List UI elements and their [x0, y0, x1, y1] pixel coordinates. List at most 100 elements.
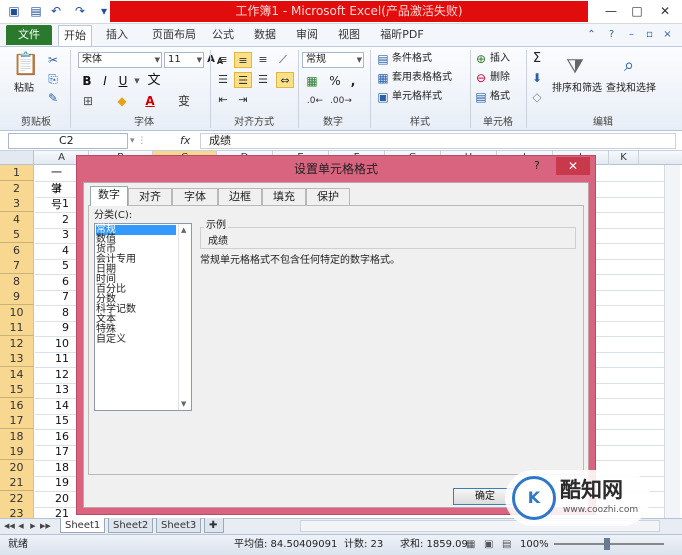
row-header[interactable]: 5 [0, 227, 34, 243]
bold-button[interactable]: B [80, 74, 94, 88]
row-header[interactable]: 13 [0, 351, 34, 367]
dialog-tab-alignment[interactable]: 对齐 [128, 188, 172, 205]
tab-insert[interactable]: 插入 [100, 25, 134, 46]
row-header[interactable]: 8 [0, 274, 34, 290]
cell-a[interactable]: 9 [35, 320, 75, 336]
new-sheet-icon[interactable]: ✚ [204, 518, 224, 533]
row-header[interactable]: 17 [0, 413, 34, 429]
row-header[interactable]: 20 [0, 460, 34, 476]
font-size-combo[interactable]: 11 ▼ [164, 52, 204, 68]
zoom-level[interactable]: 100% [520, 537, 549, 553]
decrease-decimal-icon[interactable]: .00→ [330, 94, 352, 108]
currency-icon[interactable]: ▦ [304, 74, 320, 88]
align-center-button[interactable]: ☰ [234, 72, 252, 88]
format-as-table-button[interactable]: 套用表格格式 [392, 71, 452, 85]
find-select-button[interactable]: 查找和选择 [606, 82, 656, 96]
scroll-up-icon[interactable]: ▲ [181, 226, 186, 234]
row-header[interactable]: 1 [0, 165, 34, 181]
sheet-tab-sheet3[interactable]: Sheet3 [156, 518, 202, 533]
fill-icon[interactable]: ⬇ [530, 71, 544, 85]
copy-icon[interactable]: ⎘ [46, 72, 60, 86]
underline-button[interactable]: U [116, 74, 130, 88]
last-sheet-icon[interactable]: ▶▶ [40, 519, 51, 533]
row-header[interactable]: 21 [0, 475, 34, 491]
cell-styles-button[interactable]: 单元格样式 [392, 90, 442, 104]
percent-button[interactable]: % [328, 74, 342, 88]
cell-a[interactable]: 11 [35, 351, 75, 367]
zoom-slider-thumb[interactable] [604, 538, 610, 550]
dialog-tab-protection[interactable]: 保护 [306, 188, 350, 205]
fill-color-icon[interactable]: ◆ [114, 94, 130, 108]
name-box[interactable]: C2 [8, 133, 128, 149]
row-header[interactable]: 22 [0, 491, 34, 507]
cell-a[interactable]: 学号 [35, 181, 75, 211]
align-bottom-button[interactable]: ≡ [254, 52, 272, 68]
window-close-icon[interactable]: × [660, 27, 675, 42]
dialog-tab-border[interactable]: 边框 [218, 188, 262, 205]
cell-a[interactable]: 14 [35, 398, 75, 414]
cell-a[interactable]: 7 [35, 289, 75, 305]
ribbon-minimize-icon[interactable]: ⌃ [584, 27, 599, 42]
cell-a[interactable]: 5 [35, 258, 75, 274]
category-item[interactable]: 自定义 [96, 335, 176, 345]
vertical-scrollbar[interactable] [664, 165, 680, 518]
help-icon[interactable]: ? [604, 27, 619, 42]
border-icon[interactable]: ⊞ [80, 94, 96, 108]
normal-view-icon[interactable]: ▦ [466, 537, 480, 553]
sort-filter-button[interactable]: 排序和筛选 [552, 82, 602, 96]
tab-foxit-pdf[interactable]: 福昕PDF [376, 25, 428, 46]
row-header[interactable]: 3 [0, 196, 34, 212]
dialog-help-button[interactable]: ? [534, 157, 548, 175]
category-scrollbar[interactable]: ▲ ▼ [178, 224, 191, 410]
row-header[interactable]: 11 [0, 320, 34, 336]
sheet-tab-sheet1[interactable]: Sheet1 [60, 518, 106, 533]
window-restore-icon[interactable]: ▫ [642, 27, 657, 42]
row-header[interactable]: 10 [0, 305, 34, 321]
align-top-button[interactable]: ≡ [214, 52, 232, 68]
autosum-button[interactable]: Σ [530, 52, 544, 66]
cell-a[interactable]: 19 [35, 475, 75, 491]
cut-icon[interactable]: ✂ [46, 53, 60, 67]
row-header[interactable]: 14 [0, 367, 34, 383]
page-layout-view-icon[interactable]: ▣ [484, 537, 498, 553]
row-header[interactable]: 19 [0, 444, 34, 460]
orientation-button[interactable]: ⟋ [274, 52, 292, 68]
cell-a[interactable]: 1 [35, 196, 75, 212]
close-button[interactable]: ✕ [652, 2, 678, 20]
phonetic-button[interactable]: 文 [146, 74, 162, 88]
font-name-combo[interactable]: 宋体 ▼ [78, 52, 162, 68]
delete-cells-button[interactable]: 删除 [490, 71, 510, 85]
row-header[interactable]: 7 [0, 258, 34, 274]
cell-a[interactable]: 12 [35, 367, 75, 383]
cell-a[interactable]: 20 [35, 491, 75, 507]
wen-icon[interactable]: 变 [176, 94, 192, 108]
tab-formulas[interactable]: 公式 [208, 25, 238, 46]
tab-home[interactable]: 开始 [58, 25, 92, 46]
dialog-tab-number[interactable]: 数字 [90, 186, 128, 206]
italic-button[interactable]: I [98, 74, 112, 88]
row-header[interactable]: 16 [0, 398, 34, 414]
cell-a[interactable]: 一ヨ [35, 165, 75, 195]
tab-page-layout[interactable]: 页面布局 [146, 25, 202, 46]
align-left-button[interactable]: ☰ [214, 72, 232, 88]
align-middle-button[interactable]: ≡ [234, 52, 252, 68]
cell-a[interactable]: 13 [35, 382, 75, 398]
row-header[interactable]: 15 [0, 382, 34, 398]
maximize-button[interactable]: □ [624, 2, 650, 20]
row-header[interactable]: 9 [0, 289, 34, 305]
cell-a[interactable]: 8 [35, 305, 75, 321]
undo-icon[interactable]: ↶ [48, 4, 64, 19]
formula-input[interactable]: 成绩 [200, 133, 676, 149]
number-format-combo[interactable]: 常规 ▼ [302, 52, 364, 68]
paste-icon[interactable]: 📋 [12, 52, 40, 78]
increase-indent-button[interactable]: ⇥ [234, 92, 252, 108]
underline-dropdown-icon[interactable]: ▼ [132, 74, 142, 88]
cell-a[interactable]: 18 [35, 460, 75, 476]
cell-a[interactable]: 6 [35, 274, 75, 290]
prev-sheet-icon[interactable]: ◀ [16, 519, 26, 533]
scroll-down-icon[interactable]: ▼ [181, 400, 186, 408]
page-break-view-icon[interactable]: ▤ [502, 537, 516, 553]
cell-a[interactable]: 4 [35, 243, 75, 259]
row-header[interactable]: 12 [0, 336, 34, 352]
merge-center-button[interactable]: ⇔ [276, 72, 294, 88]
